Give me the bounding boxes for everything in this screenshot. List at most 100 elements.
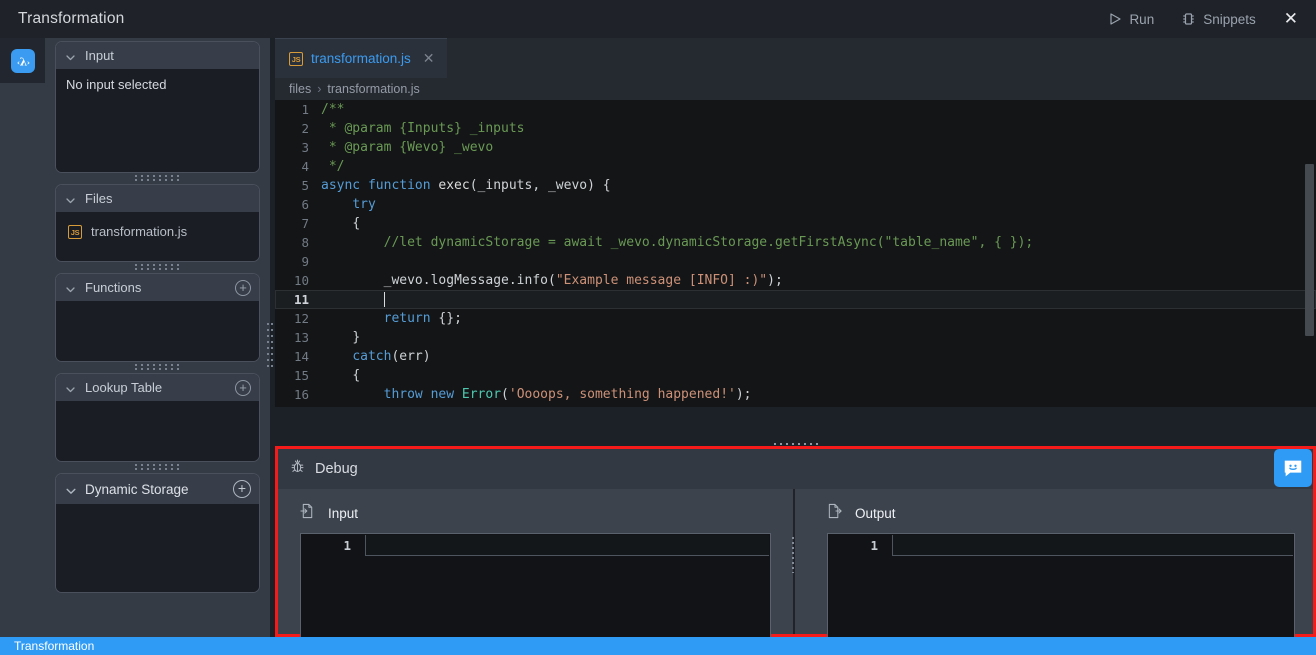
code-line[interactable]: 13 } <box>275 328 1316 347</box>
debug-input-line[interactable]: 1 <box>301 534 770 556</box>
sidebar-panel-files: Files JS transformation.js <box>55 184 260 262</box>
line-number: 2 <box>301 121 309 136</box>
panel-body-functions <box>56 301 259 361</box>
svg-text:›: › <box>27 59 30 67</box>
code-line[interactable]: 5 async function exec(_inputs, _wevo) { <box>275 176 1316 195</box>
lambda-icon[interactable]: λ ‹ › <box>11 49 35 73</box>
code-line[interactable]: 9 <box>275 252 1316 271</box>
file-item-label: transformation.js <box>91 224 188 239</box>
tab-close-icon[interactable]: ✕ <box>423 50 435 67</box>
code-editor[interactable]: 1/** 2 * @param {Inputs} _inputs 3 * @pa… <box>275 100 1316 407</box>
panel-header-input[interactable]: Input <box>56 42 259 69</box>
play-icon <box>1110 13 1122 25</box>
debug-output-label: Output <box>855 506 896 521</box>
sidebar-panel-lookup-table: Lookup Table + <box>55 373 260 462</box>
breadcrumb-root[interactable]: files <box>289 82 311 96</box>
debug-column-splitter[interactable] <box>789 489 799 634</box>
sidebar-panel-functions: Functions + <box>55 273 260 362</box>
debug-input-column: Input 1 <box>278 489 789 649</box>
add-function-button[interactable]: + <box>235 279 251 296</box>
debug-output-field[interactable] <box>892 534 1293 556</box>
bug-icon <box>290 459 305 479</box>
chevron-down-icon <box>65 282 76 293</box>
line-number: 6 <box>301 197 309 212</box>
code-line[interactable]: 15 { <box>275 366 1316 385</box>
panel-header-lookup-table[interactable]: Lookup Table + <box>56 374 259 401</box>
taskbar: Transformation <box>0 637 1316 655</box>
code-line[interactable]: 7 { <box>275 214 1316 233</box>
panel-title-functions: Functions <box>85 280 142 295</box>
import-icon <box>300 503 315 524</box>
line-number: 11 <box>293 292 309 307</box>
add-dynamic-storage-button[interactable]: + <box>233 480 251 498</box>
code-line[interactable]: 8 //let dynamicStorage = await _wevo.dyn… <box>275 233 1316 252</box>
code-line[interactable]: 12 return {}; <box>275 309 1316 328</box>
code-line[interactable]: 2 * @param {Inputs} _inputs <box>275 119 1316 138</box>
debug-columns: Input 1 Output 1 <box>278 489 1313 649</box>
line-number: 9 <box>301 254 309 269</box>
code-line[interactable]: 14 catch(err) <box>275 347 1316 366</box>
app-title: Transformation <box>18 10 125 27</box>
js-file-icon: JS <box>68 224 82 239</box>
panel-title-input: Input <box>85 48 114 63</box>
code-line[interactable]: 16 throw new Error('Oooops, something ha… <box>275 385 1316 404</box>
taskbar-item-transformation[interactable]: Transformation <box>0 639 94 653</box>
tab-transformation-js[interactable]: JS transformation.js ✕ <box>275 38 447 78</box>
code-line[interactable]: 1/** <box>275 100 1316 119</box>
panel-resize-grip[interactable] <box>55 262 260 273</box>
line-number: 12 <box>293 311 309 326</box>
debug-output-line[interactable]: 1 <box>828 534 1294 556</box>
close-button[interactable]: ✕ <box>1270 0 1316 38</box>
file-item-transformation-js[interactable]: JS transformation.js <box>56 220 259 243</box>
snippets-button-label: Snippets <box>1203 11 1256 27</box>
debug-panel-header: Debug <box>278 449 1313 489</box>
activity-rail: λ ‹ › <box>0 38 45 637</box>
text-cursor <box>383 291 385 307</box>
code-line[interactable]: 10 _wevo.logMessage.info("Example messag… <box>275 271 1316 290</box>
chevron-down-icon <box>65 193 76 204</box>
panel-header-dynamic-storage[interactable]: Dynamic Storage + <box>56 474 259 504</box>
line-number: 1 <box>870 537 878 553</box>
panel-body-files: JS transformation.js <box>56 212 259 261</box>
panel-header-functions[interactable]: Functions + <box>56 274 259 301</box>
debug-output-editor[interactable]: 1 <box>827 533 1295 649</box>
sidebar-panel-dynamic-storage: Dynamic Storage + <box>55 473 260 593</box>
title-bar: Transformation Run Snippets ✕ <box>0 0 1316 38</box>
close-icon: ✕ <box>1283 9 1298 28</box>
editor-scrollbar[interactable] <box>1304 162 1315 407</box>
debug-output-header: Output <box>827 503 1295 524</box>
run-button-label: Run <box>1129 11 1155 27</box>
breadcrumb-separator: › <box>317 82 322 96</box>
run-button[interactable]: Run <box>1096 0 1168 38</box>
panel-resize-grip[interactable] <box>55 173 260 184</box>
panel-resize-grip[interactable] <box>55 362 260 373</box>
tab-label: transformation.js <box>311 51 411 66</box>
breadcrumb-leaf[interactable]: transformation.js <box>327 82 419 96</box>
chat-smiley-icon[interactable] <box>1274 449 1312 487</box>
sidebar-splitter[interactable] <box>265 38 275 637</box>
line-number: 1 <box>301 102 309 117</box>
breadcrumb: files › transformation.js <box>275 78 1316 100</box>
debug-input-editor[interactable]: 1 <box>300 533 771 649</box>
code-line[interactable]: 3 * @param {Wevo} _wevo <box>275 138 1316 157</box>
snippets-button[interactable]: Snippets <box>1168 0 1270 38</box>
chevron-down-icon <box>65 484 76 495</box>
debug-input-label: Input <box>328 506 359 521</box>
panel-header-files[interactable]: Files <box>56 185 259 212</box>
code-line-active[interactable]: 11 <box>275 290 1316 309</box>
line-number: 15 <box>293 368 309 383</box>
code-line[interactable]: 4 */ <box>275 157 1316 176</box>
panel-body-input: No input selected <box>56 69 259 172</box>
add-lookup-table-button[interactable]: + <box>235 379 251 396</box>
code-line[interactable]: 6 try <box>275 195 1316 214</box>
chevron-down-icon <box>65 382 76 393</box>
panel-body-dynamic-storage <box>56 504 259 592</box>
js-file-icon: JS <box>289 51 303 66</box>
panel-resize-grip[interactable] <box>55 462 260 473</box>
titlebar-actions: Run Snippets ✕ <box>1096 0 1316 38</box>
editor-scrollbar-thumb[interactable] <box>1305 164 1314 336</box>
line-number: 10 <box>293 273 309 288</box>
line-number: 14 <box>293 349 309 364</box>
panel-title-files: Files <box>85 191 113 206</box>
debug-input-field[interactable] <box>365 534 769 556</box>
